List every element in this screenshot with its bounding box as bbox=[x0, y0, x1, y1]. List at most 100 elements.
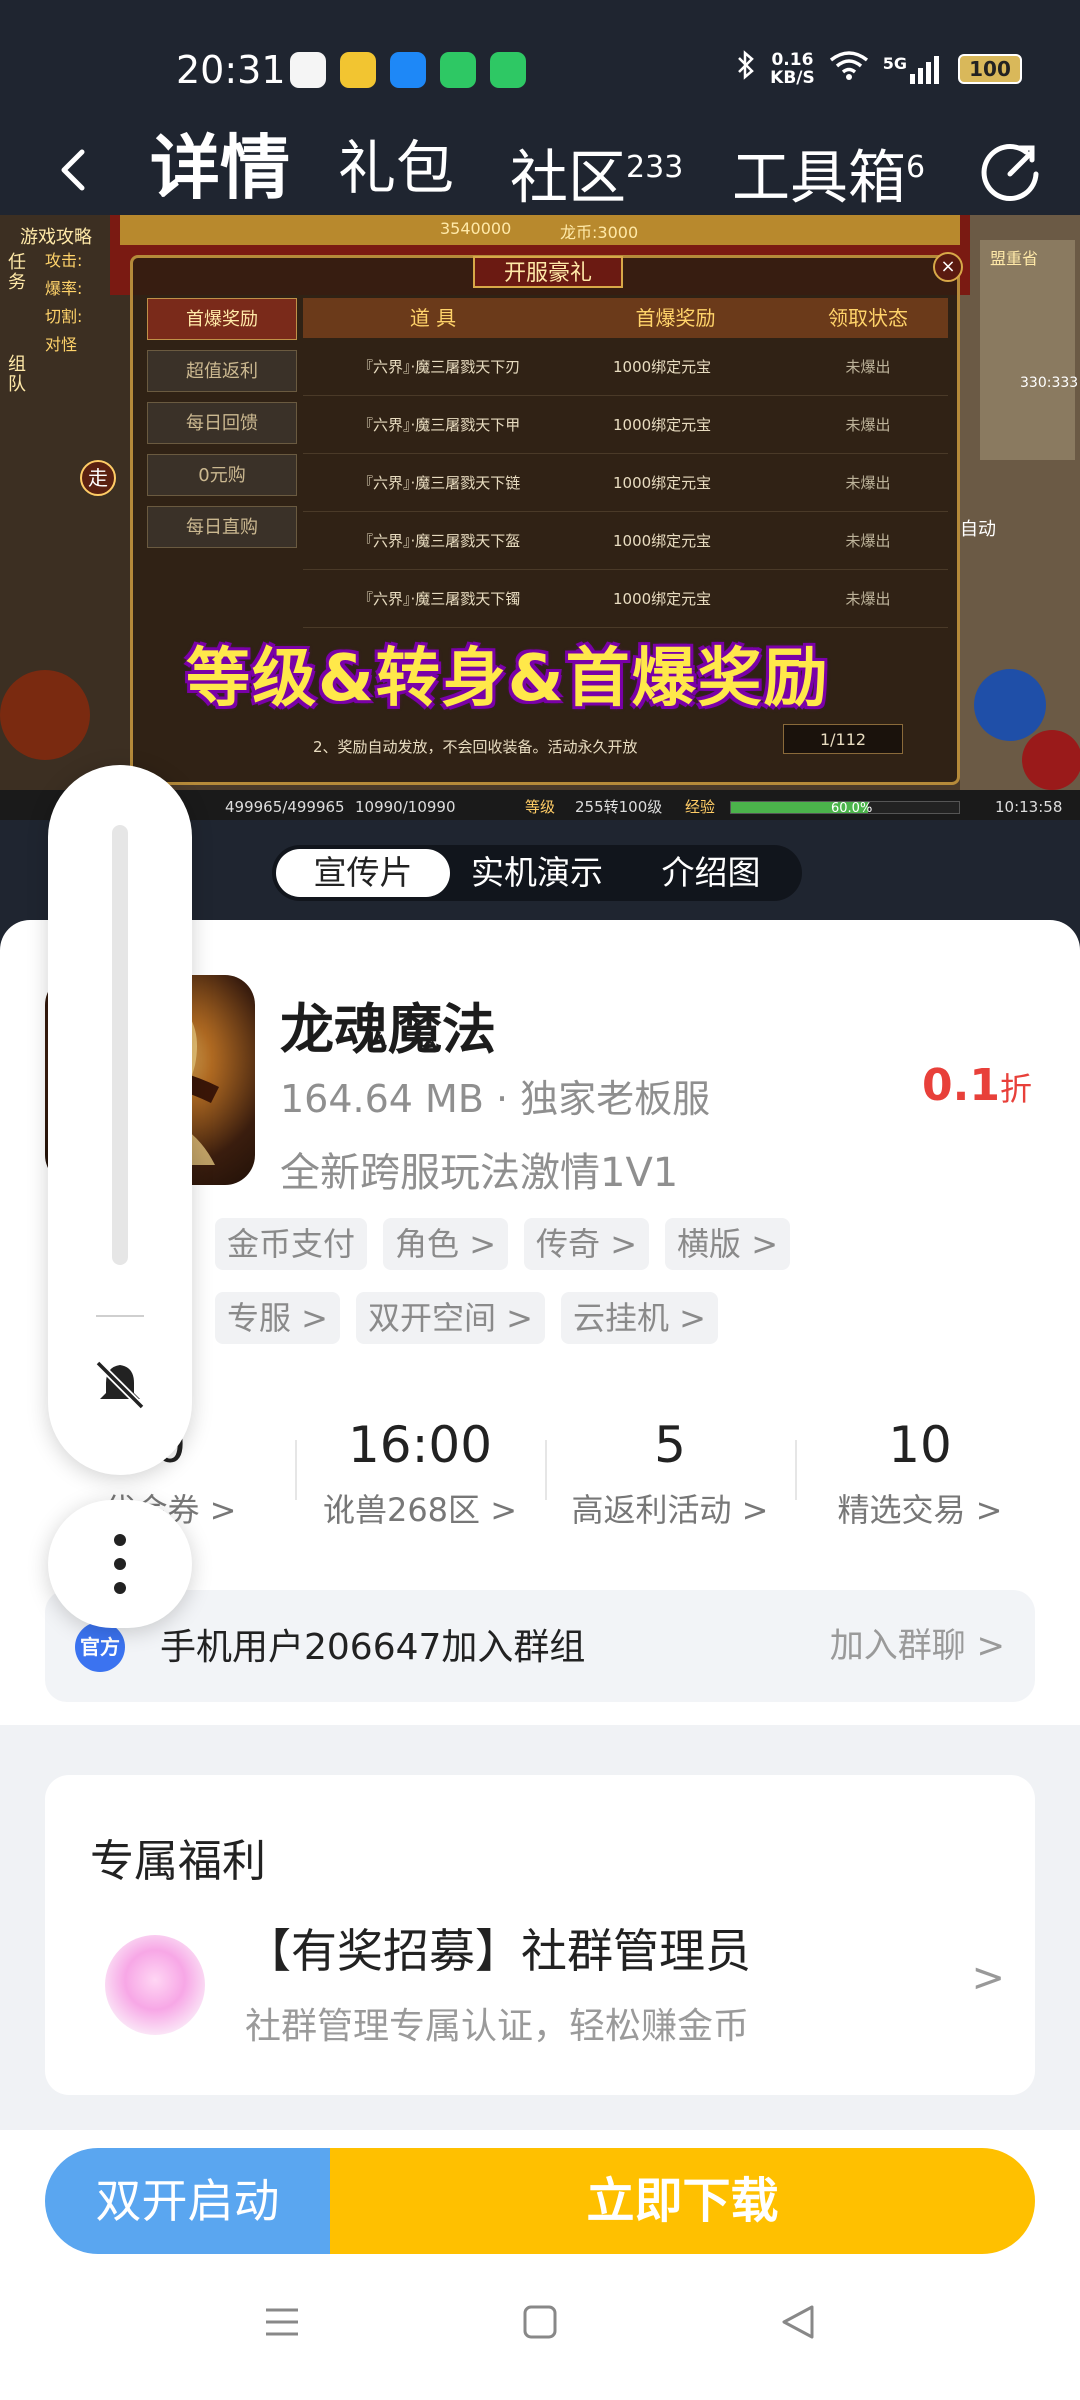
auto-label: 自动 bbox=[960, 519, 996, 540]
cell-item: 『六界』·魔三屠戮天下盔 bbox=[358, 532, 521, 550]
tab-badge: 233 bbox=[626, 150, 684, 185]
menu-item: 首爆奖励 bbox=[147, 298, 297, 340]
cell-reward: 1000绑定元宝 bbox=[613, 590, 712, 608]
panel-note: 2、奖励自动发放，不会回收装备。活动永久开放 bbox=[313, 738, 638, 756]
discount-badge: 0.1折 bbox=[922, 1060, 1032, 1111]
status-right: 0.16 KB/S 5G 100 bbox=[736, 50, 1022, 87]
stat-value: 10 bbox=[888, 1416, 952, 1474]
tag-dual-space[interactable]: 双开空间 > bbox=[356, 1292, 545, 1344]
welfare-card: 专属福利 【有奖招募】社群管理员 社群管理专属认证，轻松赚金币 > bbox=[45, 1775, 1035, 2095]
cell-item: 『六界』·魔三屠戮天下镯 bbox=[358, 590, 521, 608]
gold-amount: 3540000 bbox=[440, 219, 512, 238]
chevron-right-icon[interactable]: > bbox=[971, 1955, 1005, 2001]
more-dot bbox=[114, 1582, 126, 1594]
cell-reward: 1000绑定元宝 bbox=[613, 416, 712, 434]
official-badge-icon: 官方 bbox=[75, 1622, 125, 1672]
header-cell: 道 具 bbox=[409, 306, 457, 330]
tab-toolbox[interactable]: 工具箱6 bbox=[732, 128, 925, 217]
menu-item: 超值返利 bbox=[147, 350, 297, 392]
join-group-link[interactable]: 加入群聊 > bbox=[830, 1618, 1005, 1667]
more-dot bbox=[114, 1534, 126, 1546]
cell-status: 未爆出 bbox=[845, 416, 891, 434]
top-nav: 详情 礼包 社区233 工具箱6 bbox=[0, 120, 1080, 220]
cell-reward: 1000绑定元宝 bbox=[613, 358, 712, 376]
group-join-bar[interactable]: 官方 手机用户206647加入群组 加入群聊 > bbox=[45, 1590, 1035, 1702]
hud-mp: 10990/10990 bbox=[355, 798, 456, 816]
bluetooth-icon bbox=[736, 50, 756, 87]
notification-app-icon bbox=[490, 52, 526, 88]
pager: 1/112 bbox=[783, 724, 903, 754]
home-icon[interactable] bbox=[520, 2302, 560, 2342]
share-refresh-icon bbox=[981, 144, 1039, 201]
net-speed: 0.16 KB/S bbox=[770, 51, 815, 87]
left-menu: 首爆奖励 超值返利 每日回馈 0元购 每日直购 bbox=[147, 298, 297, 558]
stat-trades[interactable]: 10 精选交易 > bbox=[795, 1410, 1045, 1550]
tab-label: 社区 bbox=[510, 143, 627, 212]
stat-label: 讹兽268区 > bbox=[322, 1491, 518, 1529]
net-speed-value: 0.16 bbox=[771, 49, 814, 70]
media-banner[interactable]: 游戏攻略 任务 组队 攻击: 爆率: 切割: 对怪 3540000 龙币:300… bbox=[0, 215, 1080, 820]
net-speed-unit: KB/S bbox=[770, 67, 815, 88]
more-options-button[interactable] bbox=[48, 1500, 192, 1628]
panel-title: 开服豪礼 bbox=[473, 256, 623, 288]
tab-label: 工具箱 bbox=[732, 143, 907, 212]
welfare-item-subtitle: 社群管理专属认证，轻松赚金币 bbox=[245, 2006, 750, 2047]
tab-label: 礼包 bbox=[338, 134, 455, 202]
system-nav-bar bbox=[0, 2290, 1080, 2370]
back-triangle-icon[interactable] bbox=[778, 2302, 818, 2342]
side-menu: 攻击: 爆率: 切割: 对怪 bbox=[45, 247, 82, 359]
media-tab-promo[interactable]: 宣传片 bbox=[276, 849, 450, 897]
menu-item: 0元购 bbox=[147, 454, 297, 496]
tag-legend[interactable]: 传奇 > bbox=[524, 1218, 650, 1270]
side-menu-item: 攻击: bbox=[45, 251, 83, 270]
group-message: 手机用户206647加入群组 bbox=[160, 1627, 586, 1668]
share-refresh-button[interactable] bbox=[980, 138, 1044, 202]
signal-label: 5G bbox=[882, 53, 907, 73]
stat-server-open[interactable]: 16:00 讹兽268区 > bbox=[295, 1410, 545, 1550]
chevron-left-icon bbox=[61, 149, 85, 191]
side-tab-task: 任务 bbox=[8, 252, 26, 293]
coin-label: 龙币:3000 bbox=[560, 223, 639, 242]
strategy-label: 游戏攻略 bbox=[20, 227, 92, 248]
header-cell: 领取状态 bbox=[828, 306, 908, 330]
volume-divider bbox=[96, 1315, 144, 1317]
tag-role[interactable]: 角色 > bbox=[383, 1218, 509, 1270]
status-time: 20:31 bbox=[176, 48, 286, 92]
side-menu-item: 爆率: bbox=[45, 279, 83, 298]
download-button[interactable]: 立即下载 bbox=[330, 2148, 1035, 2254]
cell-status: 未爆出 bbox=[845, 590, 891, 608]
panel-close-icon: × bbox=[933, 252, 963, 282]
tab-badge: 6 bbox=[906, 150, 926, 185]
tab-gifts[interactable]: 礼包 bbox=[338, 128, 454, 208]
tag-cloud-hangup[interactable]: 云挂机 > bbox=[561, 1292, 718, 1344]
mute-button[interactable] bbox=[90, 1355, 150, 1415]
tag-horizontal[interactable]: 横版 > bbox=[665, 1218, 791, 1270]
cell-item: 『六界』·魔三屠戮天下刃 bbox=[358, 358, 521, 376]
stat-rebate-events[interactable]: 5 高返利活动 > bbox=[545, 1410, 795, 1550]
back-button[interactable] bbox=[52, 142, 92, 208]
stats-row: 0 代金券 > 16:00 讹兽268区 > 5 高返利活动 > 10 精选交易… bbox=[45, 1410, 1045, 1550]
discount-unit: 折 bbox=[999, 1070, 1032, 1108]
side-menu-item: 切割: bbox=[45, 307, 83, 326]
table-row: 『六界』·魔三屠戮天下盔 1000绑定元宝 未爆出 bbox=[303, 512, 948, 570]
stat-label: 精选交易 > bbox=[837, 1491, 1003, 1529]
cell-reward: 1000绑定元宝 bbox=[613, 532, 712, 550]
volume-slider[interactable] bbox=[112, 825, 128, 1265]
media-tab-intro[interactable]: 介绍图 bbox=[624, 849, 798, 897]
hud-exp-value: 60.0% bbox=[831, 801, 873, 816]
side-menu-item: 对怪 bbox=[45, 335, 78, 354]
cell-item: 『六界』·魔三屠戮天下甲 bbox=[358, 416, 521, 434]
media-tab-demo[interactable]: 实机演示 bbox=[450, 849, 624, 897]
side-tab-team: 组队 bbox=[8, 354, 26, 395]
map-name: 盟重省 bbox=[990, 249, 1039, 268]
tag-exclusive-server[interactable]: 专服 > bbox=[215, 1292, 340, 1344]
table-row: 『六界』·魔三屠戮天下刃 1000绑定元宝 未爆出 bbox=[303, 338, 948, 396]
tab-details[interactable]: 详情 bbox=[150, 128, 290, 208]
tab-community[interactable]: 社区233 bbox=[510, 128, 683, 217]
wifi-icon bbox=[829, 50, 869, 87]
welfare-item-title[interactable]: 【有奖招募】社群管理员 bbox=[245, 1915, 751, 1981]
menu-icon[interactable] bbox=[262, 2302, 302, 2342]
cellular-signal-icon: 5G bbox=[883, 54, 944, 84]
dual-launch-button[interactable]: 双开启动 bbox=[45, 2148, 330, 2254]
tag-gold-pay[interactable]: 金币支付 bbox=[215, 1218, 368, 1270]
